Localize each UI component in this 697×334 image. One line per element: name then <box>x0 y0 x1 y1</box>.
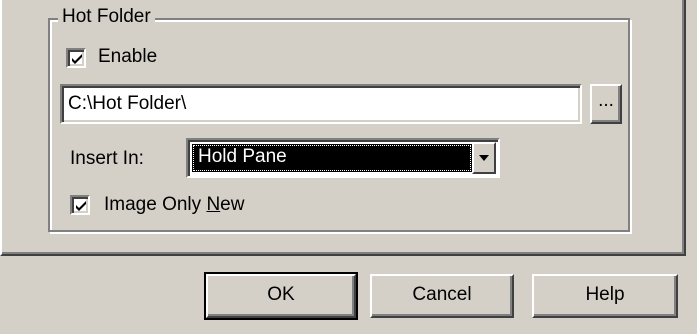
chevron-down-icon <box>479 155 489 161</box>
hot-folder-path-input[interactable]: C:\Hot Folder\ <box>60 84 582 124</box>
image-only-new-label-suffix: ew <box>220 194 245 215</box>
dropdown-arrow-button[interactable] <box>472 142 496 174</box>
hot-folder-group-title: Hot Folder <box>58 6 155 28</box>
checkmark-icon <box>76 201 86 211</box>
insert-in-selected-value[interactable]: Hold Pane <box>192 144 472 172</box>
image-only-new-label[interactable]: Image Only New <box>104 194 244 216</box>
enable-label[interactable]: Enable <box>98 46 157 68</box>
insert-in-select[interactable]: Hold Pane <box>186 138 500 178</box>
checkmark-icon <box>72 54 82 64</box>
image-only-new-checkbox[interactable] <box>70 195 90 215</box>
image-only-new-label-prefix: Image Only <box>104 194 207 215</box>
enable-checkbox[interactable] <box>66 48 86 68</box>
ok-button[interactable]: OK <box>204 272 358 320</box>
browse-button[interactable]: ... <box>590 84 622 124</box>
image-only-new-label-accel: N <box>206 194 221 215</box>
insert-in-label: Insert In: <box>70 148 144 169</box>
help-button[interactable]: Help <box>532 274 678 318</box>
cancel-button[interactable]: Cancel <box>370 274 514 318</box>
